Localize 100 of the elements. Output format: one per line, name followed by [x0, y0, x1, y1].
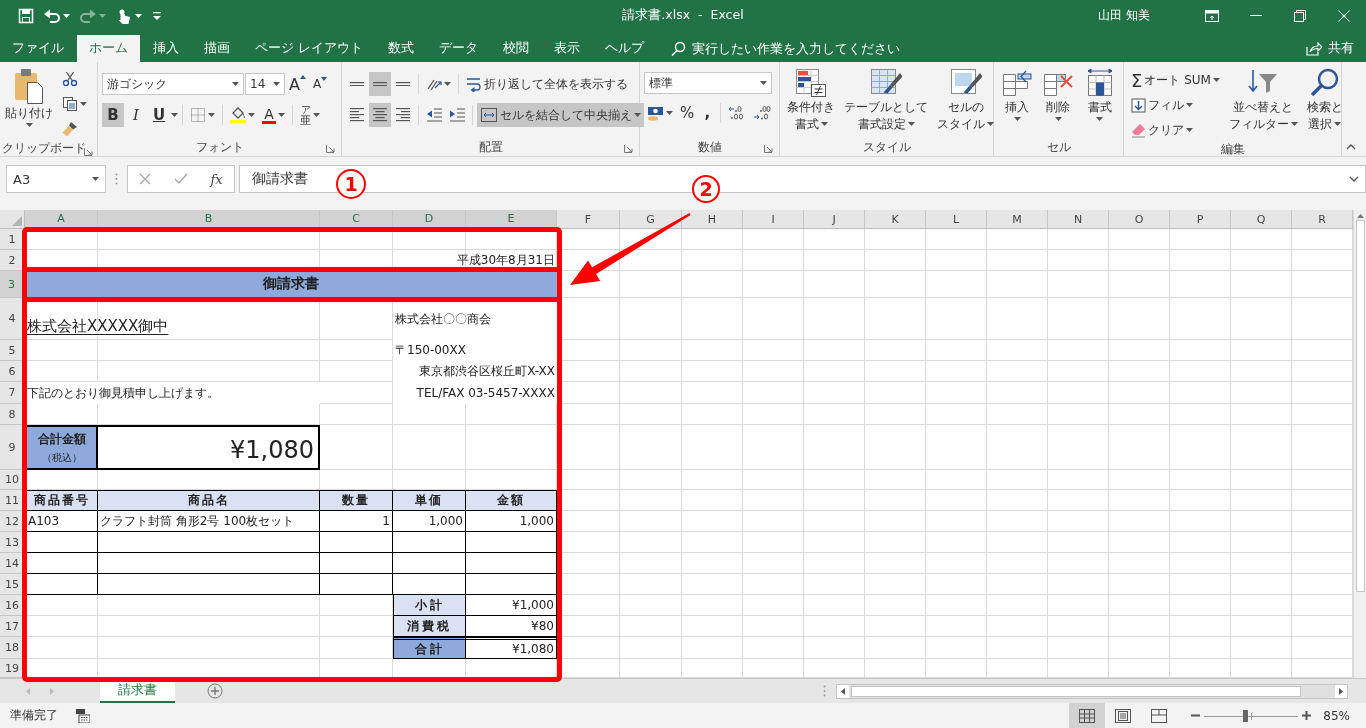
delete-button[interactable]: 削除 — [1039, 66, 1078, 123]
align-left-icon — [349, 108, 365, 122]
format-button[interactable]: 書式 — [1080, 66, 1119, 123]
find-select-button[interactable]: 検索と 選択 — [1303, 66, 1346, 134]
ribbon-tab[interactable]: ホーム — [77, 35, 140, 62]
column-header[interactable]: F — [557, 210, 620, 229]
caret-icon — [135, 13, 142, 18]
group-label: 編集 — [1220, 142, 1245, 157]
share-icon — [1306, 41, 1322, 56]
share-button[interactable]: 共有 — [1306, 35, 1354, 62]
add-icon — [207, 683, 223, 699]
vertical-scrollbar[interactable] — [1353, 210, 1366, 678]
column-header[interactable]: O — [1109, 210, 1170, 229]
launcher-icon[interactable] — [764, 144, 773, 153]
caret-icon — [208, 113, 215, 117]
table-cell: 1 — [320, 511, 393, 532]
name-box[interactable]: A3 — [6, 165, 106, 193]
caret-icon — [444, 82, 451, 86]
font-size-field[interactable]: 14 — [245, 73, 285, 95]
caret-icon — [1096, 116, 1104, 121]
ribbon-tab[interactable]: 描画 — [192, 35, 242, 62]
format-as-table-button[interactable]: テーブルとして 書式設定 — [841, 66, 931, 134]
fill-button[interactable]: フィル — [1128, 93, 1223, 117]
sort-filter-button[interactable]: 並べ替えと フィルター — [1225, 66, 1301, 134]
right-arrow-icon — [50, 687, 54, 695]
insert-function-button[interactable]: fx — [210, 171, 223, 187]
formula-field[interactable]: 御請求書 — [252, 170, 308, 188]
column-header[interactable]: L — [926, 210, 987, 229]
header-cell: 数量 — [320, 490, 393, 511]
cell-note: （税込） — [41, 450, 82, 465]
zoom-in-button[interactable] — [1302, 711, 1312, 720]
select-all-icon — [12, 216, 22, 226]
column-header[interactable]: J — [804, 210, 865, 229]
column-header[interactable]: H — [682, 210, 743, 229]
ribbon-tab[interactable]: 校閲 — [491, 35, 541, 62]
wrap-text-icon — [466, 76, 482, 92]
ribbon-tab[interactable]: 数式 — [376, 35, 426, 62]
down-triangle-icon — [321, 77, 328, 81]
total-amount: ¥1,080 — [98, 425, 320, 470]
undo-icon — [44, 7, 60, 24]
zoom-slider[interactable] — [1204, 709, 1299, 722]
merge-center-button[interactable]: セルを結合して中央揃え — [477, 103, 644, 127]
ribbon-tab[interactable]: ファイル — [0, 35, 76, 62]
column-header[interactable]: M — [987, 210, 1048, 229]
italic-button[interactable]: I — [125, 103, 147, 127]
slider-thumb[interactable] — [1242, 709, 1248, 722]
shrink-font-button[interactable]: A — [309, 72, 331, 96]
ribbon-tab[interactable]: ヘルプ — [593, 35, 656, 62]
column-header[interactable]: Q — [1231, 210, 1292, 229]
phonetic-button[interactable]: ア 亜 — [297, 103, 323, 127]
increase-indent-icon — [449, 107, 465, 123]
underline-button[interactable]: U — [148, 103, 170, 127]
dots-icon — [115, 173, 118, 185]
column-header[interactable]: P — [1170, 210, 1231, 229]
ribbon-tab[interactable]: 挿入 — [141, 35, 191, 62]
font-name-field[interactable]: 游ゴシック — [102, 73, 244, 95]
conditional-format-button[interactable]: 条件付き 書式 — [784, 66, 838, 134]
column-header[interactable]: G — [620, 210, 682, 229]
percent-button[interactable]: % — [677, 101, 698, 125]
up-triangle-icon — [299, 74, 306, 79]
column-header[interactable]: I — [743, 210, 804, 229]
summary-label: 小計 — [393, 595, 466, 616]
ribbon-tab[interactable]: 表示 — [542, 35, 592, 62]
caret-icon — [63, 13, 70, 18]
grow-font-button[interactable]: A — [286, 72, 309, 96]
user-name: 山田 知美 — [1098, 7, 1150, 24]
center-button[interactable] — [369, 103, 391, 127]
paste-button[interactable]: 貼り付け — [2, 66, 56, 129]
caret-icon — [1334, 122, 1342, 127]
view-button[interactable] — [1069, 703, 1106, 728]
column-header[interactable]: N — [1048, 210, 1109, 229]
caret-icon — [666, 111, 673, 115]
ribbon-tab[interactable]: データ — [427, 35, 490, 62]
wrap-text-button[interactable]: 折り返して全体を表示する — [463, 72, 631, 96]
insert-button[interactable]: 挿入 — [998, 66, 1037, 123]
caret-icon — [760, 81, 767, 85]
copy-icon — [62, 96, 78, 112]
align-center-icon — [372, 108, 388, 122]
launcher-icon[interactable] — [84, 147, 93, 156]
tell-me-field[interactable]: 実行したい作業を入力してください — [692, 41, 1012, 56]
number-format-field[interactable]: 標準 — [644, 72, 772, 94]
clear-button[interactable]: クリア — [1128, 118, 1223, 142]
font-color-button[interactable]: A — [259, 103, 288, 127]
zoom-out-button[interactable] — [1191, 714, 1201, 717]
ribbon-tab[interactable]: ページ レイアウト — [243, 35, 375, 62]
horizontal-scrollbar[interactable] — [836, 683, 1348, 699]
caret-icon — [907, 122, 915, 127]
header-cell: 金額 — [466, 490, 557, 511]
cell-styles-button[interactable]: セルの スタイル — [934, 66, 997, 134]
scissors-icon — [62, 71, 78, 87]
bold-button[interactable]: B — [102, 103, 124, 127]
caret-icon — [1290, 122, 1298, 127]
column-header[interactable]: R — [1292, 210, 1353, 229]
grid-view-icon — [1079, 708, 1096, 723]
launcher-icon[interactable] — [624, 144, 633, 153]
caret-icon — [171, 113, 178, 117]
launcher-icon[interactable] — [326, 144, 335, 153]
comma-button[interactable]: , — [698, 101, 717, 125]
column-header[interactable]: K — [865, 210, 926, 229]
middle-align-button[interactable] — [369, 72, 391, 96]
